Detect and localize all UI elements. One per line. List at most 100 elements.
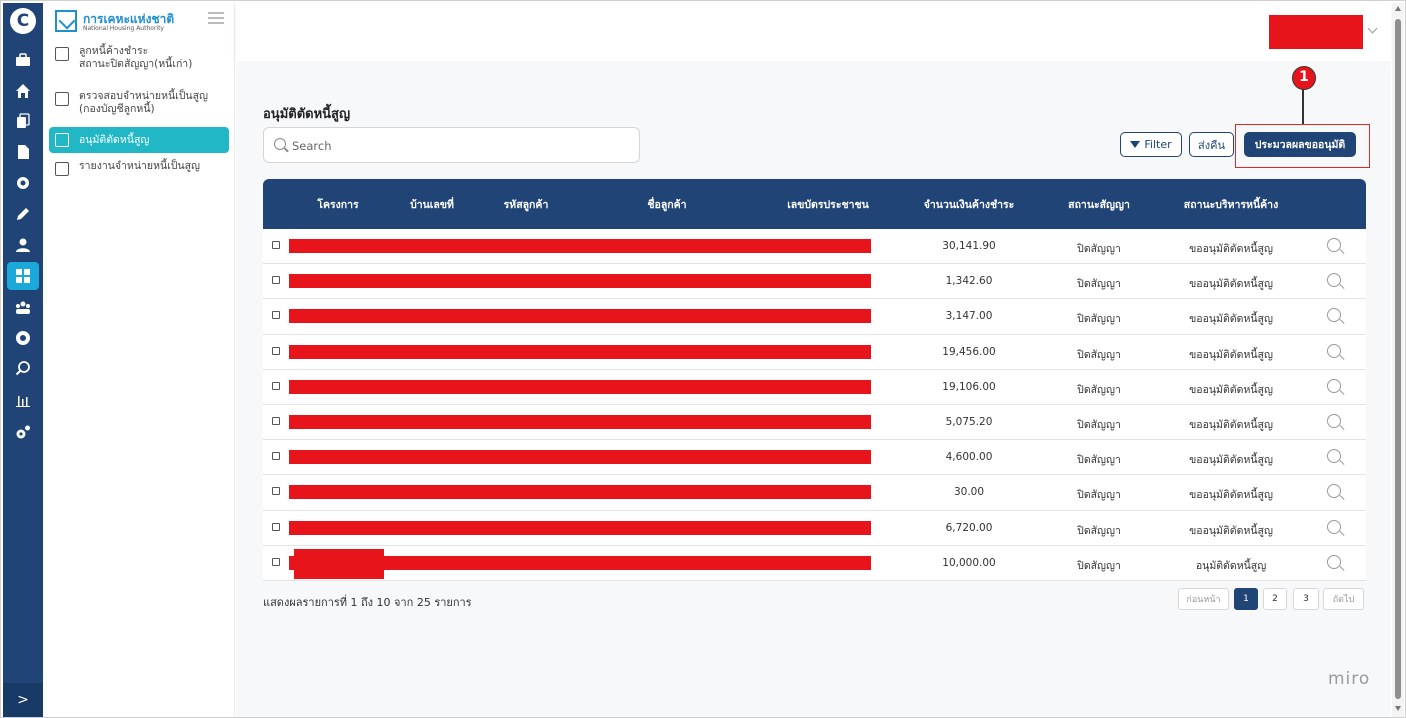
contract-status-cell: ปิดสัญญา: [1077, 489, 1121, 502]
table-row[interactable]: 19,106.00 ปิดสัญญา ขออนุมัติตัดหนี้สูญ: [263, 369, 1366, 405]
row-checkbox[interactable]: [272, 557, 280, 566]
table-row[interactable]: 10,000.00 ปิดสัญญา อนุมัติตัดหนี้สูญ: [263, 545, 1366, 581]
redacted-cells: [289, 274, 871, 289]
pagination-page-3[interactable]: 3: [1293, 588, 1319, 610]
filter-icon: [1130, 141, 1141, 148]
view-detail-search-icon[interactable]: [1327, 273, 1341, 288]
scrollbar-thumb[interactable]: [1395, 19, 1401, 699]
view-detail-search-icon[interactable]: [1327, 308, 1341, 323]
sidebar-item-label: รายงานจำหน่ายหนี้เป็นสูญ: [79, 160, 200, 172]
sidebar-item-overdue-closed[interactable]: ลูกหนี้ค้างชำระ สถานะปิดสัญญา(หนี้เก่า): [49, 45, 229, 71]
column-header-contract-status[interactable]: สถานะสัญญา: [1068, 196, 1130, 213]
row-checkbox[interactable]: [272, 522, 280, 531]
table-row[interactable]: 1,342.60 ปิดสัญญา ขออนุมัติตัดหนี้สูญ: [263, 264, 1366, 300]
app-logo-icon[interactable]: C: [10, 8, 36, 34]
amount-cell: 5,075.20: [945, 415, 993, 428]
cogs-icon[interactable]: [12, 421, 34, 443]
hamburger-menu-icon[interactable]: [208, 12, 224, 24]
redacted-cells: [289, 520, 871, 535]
sidebar-item-writeoff-report[interactable]: รายงานจำหน่ายหนี้เป็นสูญ: [49, 160, 229, 176]
table-row[interactable]: 6,720.00 ปิดสัญญา ขออนุมัติตัดหนี้สูญ: [263, 510, 1366, 546]
row-checkbox[interactable]: [272, 381, 280, 390]
user-menu-redacted[interactable]: [1269, 15, 1363, 49]
row-checkbox[interactable]: [272, 452, 280, 461]
contract-status-cell: ปิดสัญญา: [1077, 454, 1121, 467]
copy-icon[interactable]: [12, 110, 34, 132]
pagination-page-1[interactable]: 1: [1234, 588, 1258, 610]
filter-button[interactable]: Filter: [1120, 132, 1182, 157]
brand-subtitle: National Housing Authority: [83, 25, 164, 32]
pagination-summary: แสดงผลรายการที่ 1 ถึง 10 จาก 25 รายการ: [263, 596, 472, 609]
column-header-project[interactable]: โครงการ: [317, 196, 358, 213]
search-icon: [274, 138, 286, 150]
scroll-down-arrow-icon[interactable]: [1395, 706, 1401, 711]
expand-sidebar-button[interactable]: >: [3, 683, 43, 717]
document-icon: [55, 92, 69, 106]
settings-gear-icon[interactable]: [12, 172, 34, 194]
view-detail-search-icon[interactable]: [1327, 238, 1341, 252]
search-input[interactable]: [292, 136, 622, 156]
search-icon[interactable]: [12, 357, 34, 379]
view-detail-search-icon[interactable]: [1327, 378, 1341, 393]
view-detail-search-icon[interactable]: [1327, 449, 1341, 464]
pagination-page-2[interactable]: 2: [1263, 588, 1287, 610]
row-checkbox[interactable]: [272, 311, 280, 320]
redacted-cells: [289, 309, 871, 324]
view-detail-search-icon[interactable]: [1327, 343, 1341, 358]
file-icon[interactable]: [12, 141, 34, 163]
column-header-customer-code[interactable]: รหัสลูกค้า: [504, 196, 549, 213]
home-icon[interactable]: [12, 80, 34, 102]
column-header-house-no[interactable]: บ้านเลขที่: [410, 196, 454, 213]
row-checkbox[interactable]: [272, 487, 280, 496]
table-row[interactable]: 4,600.00 ปิดสัญญา ขออนุมัติตัดหนี้สูญ: [263, 440, 1366, 476]
row-checkbox[interactable]: [272, 416, 280, 425]
amount-cell: 6,720.00: [945, 521, 993, 534]
row-checkbox[interactable]: [272, 276, 280, 285]
table-row[interactable]: 19,456.00 ปิดสัญญา ขออนุมัติตัดหนี้สูญ: [263, 334, 1366, 370]
debt-status-cell: ขออนุมัติตัดหนี้สูญ: [1189, 243, 1273, 255]
table-header: โครงการ บ้านเลขที่ รหัสลูกค้า ชื่อลูกค้า…: [263, 179, 1366, 229]
annotation-connector: [1302, 88, 1304, 124]
briefcase-icon[interactable]: [12, 49, 34, 71]
return-button[interactable]: ส่งคืน: [1189, 132, 1234, 157]
search-box[interactable]: [263, 127, 640, 163]
table-row[interactable]: 30.00 ปิดสัญญา ขออนุมัติตัดหนี้สูญ: [263, 475, 1366, 511]
view-detail-search-icon[interactable]: [1327, 519, 1341, 534]
user-icon[interactable]: [12, 234, 34, 256]
contract-status-cell: ปิดสัญญา: [1077, 278, 1121, 291]
dashboard-icon[interactable]: [7, 262, 39, 290]
amount-cell: 4,600.00: [945, 451, 993, 464]
debt-status-cell: ขออนุมัติตัดหนี้สูญ: [1189, 383, 1273, 396]
debt-status-cell: ขออนุมัติตัดหนี้สูญ: [1189, 348, 1273, 361]
column-header-debt-status[interactable]: สถานะบริหารหนี้ค้าง: [1184, 196, 1278, 213]
sub-navigation: การเคหะแห่งชาติ National Housing Authori…: [43, 3, 235, 717]
table-row[interactable]: 5,075.20 ปิดสัญญา ขออนุมัติตัดหนี้สูญ: [263, 404, 1366, 441]
amount-cell: 10,000.00: [942, 556, 996, 569]
sidebar-item-approve-writeoff[interactable]: อนุมัติตัดหนี้สูญ: [49, 127, 229, 153]
sidebar-item-verify-writeoff[interactable]: ตรวจสอบจำหน่ายหนี้เป็นสูญ (กองบัญชีลูกหน…: [49, 90, 229, 116]
view-detail-search-icon[interactable]: [1327, 484, 1341, 499]
scroll-up-arrow-icon[interactable]: [1395, 6, 1401, 11]
contract-status-cell: ปิดสัญญา: [1077, 383, 1121, 396]
app-window: C > การเคหะแห่งชาติ National Housing Aut…: [0, 0, 1406, 718]
pagination-next[interactable]: ถัดไป: [1323, 588, 1364, 610]
column-header-id-card[interactable]: เลขบัตรประชาชน: [787, 196, 869, 213]
brand-logo: การเคหะแห่งชาติ National Housing Authori…: [55, 10, 230, 38]
shield-gear-icon[interactable]: [12, 327, 34, 349]
amount-cell: 30,141.90: [942, 240, 996, 252]
row-checkbox[interactable]: [272, 241, 280, 249]
bar-chart-icon[interactable]: [12, 389, 34, 411]
edit-icon[interactable]: [12, 203, 34, 225]
debt-status-cell: ขออนุมัติตัดหนี้สูญ: [1189, 418, 1273, 431]
team-icon[interactable]: [12, 296, 34, 318]
amount-cell: 19,456.00: [942, 345, 996, 358]
view-detail-search-icon[interactable]: [1327, 554, 1341, 569]
view-detail-search-icon[interactable]: [1327, 413, 1341, 428]
table-row[interactable]: 30,141.90 ปิดสัญญา ขออนุมัติตัดหนี้สูญ: [263, 229, 1366, 265]
column-header-amount[interactable]: จำนวนเงินค้างชำระ: [924, 196, 1015, 213]
table-row[interactable]: 3,147.00 ปิดสัญญา ขออนุมัติตัดหนี้สูญ: [263, 299, 1366, 335]
pagination-previous[interactable]: ก่อนหน้า: [1178, 588, 1229, 610]
row-checkbox[interactable]: [272, 346, 280, 355]
contract-status-cell: ปิดสัญญา: [1077, 559, 1121, 572]
column-header-customer-name[interactable]: ชื่อลูกค้า: [647, 196, 686, 213]
